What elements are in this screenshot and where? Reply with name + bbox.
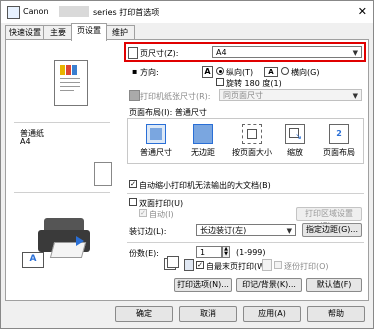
paper-size-text: A4 [20, 137, 31, 146]
duplex-auto-checkbox[interactable]: ✓ [139, 209, 147, 217]
landscape-radio[interactable] [281, 67, 289, 75]
last-page-first-icon [184, 259, 194, 271]
chevron-down-icon: ▼ [286, 227, 292, 235]
print-options-button[interactable]: 打印选项(N)... [174, 278, 232, 292]
specify-margin-button[interactable]: 指定边距(G)... [302, 223, 362, 237]
print-preferences-window: Canon series 打印首选项 ✕ 快速设置 主要 页设置 维护 普通纸 … [0, 0, 374, 329]
layout-number-glyph: 2 [336, 129, 342, 138]
layout-fit-to-page[interactable]: 按页面大小 [228, 124, 276, 158]
layout-scaled-label: 缩放 [287, 148, 303, 157]
duplex-auto-label: 自动(I) [149, 210, 174, 219]
tab-maintenance[interactable]: 维护 [105, 25, 135, 40]
layout-page-layout-label: 页面布局 [323, 148, 355, 157]
layout-borderless[interactable]: 无边距 [181, 124, 225, 158]
collate-checkbox[interactable] [274, 261, 282, 269]
printer-paper-icon [129, 90, 140, 101]
preview-panel: 普通纸 A4 A [6, 40, 118, 300]
page-setup-panel: 普通纸 A4 A 页尺寸(Z): A4 ▼ ▪ 方向: A 纵向(T) A 横向… [5, 39, 369, 301]
tab-quick-setup[interactable]: 快速设置 [5, 25, 45, 40]
page-layout-icon: 2 [329, 124, 349, 144]
last-page-first-checkbox[interactable]: ✓ [196, 261, 204, 269]
copies-label: 份数(E): [129, 249, 159, 258]
normal-size-icon [146, 124, 166, 144]
printer-paper-value: 同页面尺寸 [223, 91, 263, 100]
copies-value: 1 [200, 248, 206, 257]
collate-icon [262, 259, 272, 271]
cancel-button[interactable]: 取消 [179, 306, 237, 322]
page-size-icon [128, 47, 138, 59]
auto-reduce-label: 自动缩小打印机无法输出的大文档(B) [139, 181, 271, 190]
scaled-icon: ↘ [285, 124, 305, 144]
printer-paper-select[interactable]: 同页面尺寸 ▼ [219, 89, 362, 101]
duplex-label: 双面打印(U) [139, 199, 184, 208]
chevron-down-icon: ▼ [352, 49, 358, 57]
copies-stack-icon [164, 254, 179, 270]
page-preview-image [54, 60, 88, 106]
title-bar: Canon series 打印首选项 ✕ [1, 1, 373, 23]
binding-select[interactable]: 长边装订(左) ▼ [196, 224, 296, 236]
apply-button[interactable]: 应用(A) [243, 306, 301, 322]
defaults-button[interactable]: 默认值(F) [306, 278, 362, 292]
landscape-label: 横向(G) [291, 68, 320, 77]
stamp-background-button[interactable]: 印记/背景(K)... [236, 278, 302, 292]
portrait-radio[interactable] [216, 67, 224, 75]
borderless-icon [193, 124, 213, 144]
layout-group-label: 页面布局(I): 普通尺寸 [129, 108, 207, 117]
tab-main[interactable]: 主要 [43, 25, 73, 40]
last-page-first-label: 自最末页打印(W) [206, 262, 269, 271]
tab-page-setup[interactable]: 页设置 [71, 23, 107, 41]
help-button[interactable]: 帮助 [307, 306, 365, 322]
layout-normal-size[interactable]: 普通尺寸 [134, 124, 178, 158]
layout-borderless-label: 无边距 [191, 148, 215, 157]
section-divider [127, 193, 364, 194]
layout-page-layout[interactable]: 2 页面布局 [316, 124, 362, 158]
page-size-value: A4 [216, 48, 227, 57]
orientation-label: 方向: [140, 68, 159, 77]
portrait-label: 纵向(T) [226, 68, 254, 77]
fit-to-page-icon [242, 124, 262, 144]
chevron-down-icon: ▼ [352, 92, 358, 100]
duplex-checkbox[interactable] [129, 198, 137, 206]
orientation-bullet: ▪ [132, 67, 138, 76]
copies-spinner[interactable]: ▲ ▼ [222, 246, 230, 258]
page-size-select[interactable]: A4 ▼ [212, 46, 362, 58]
page-size-label: 页尺寸(Z): [140, 49, 179, 58]
layout-normal-size-label: 普通尺寸 [140, 148, 172, 157]
orientation-preview: A [22, 252, 44, 268]
preview-divider [14, 122, 110, 123]
auto-reduce-checkbox[interactable]: ✓ [129, 180, 137, 188]
paper-thumbnail [94, 162, 112, 186]
copies-range: (1-999) [236, 248, 266, 257]
collate-label: 逐份打印(O) [284, 262, 329, 271]
preview-divider-2 [14, 192, 110, 193]
printer-illustration [36, 214, 96, 262]
portrait-icon: A [202, 66, 213, 78]
copies-input[interactable]: 1 [196, 246, 222, 258]
binding-value: 长边装订(左) [200, 226, 247, 235]
rotate-180-label: 旋转 180 度(1) [226, 79, 282, 88]
printer-paper-label: 打印机纸张尺寸(R): [140, 92, 211, 101]
section-divider-2 [127, 242, 364, 243]
print-area-setup-button[interactable]: 打印区域设置(P)... [296, 207, 362, 230]
redacted-model-name [59, 6, 89, 17]
layout-scaled[interactable]: ↘ 缩放 [276, 124, 314, 158]
ok-button[interactable]: 确定 [115, 306, 173, 322]
binding-label: 装订边(L): [129, 227, 167, 236]
close-icon[interactable]: ✕ [358, 5, 367, 18]
layout-fit-to-page-label: 按页面大小 [232, 148, 272, 157]
landscape-icon: A [264, 67, 278, 77]
printer-app-icon [7, 6, 20, 19]
window-title: Canon [23, 7, 49, 16]
rotate-180-checkbox[interactable] [216, 78, 224, 86]
window-title-suffix: series 打印首选项 [93, 8, 160, 17]
